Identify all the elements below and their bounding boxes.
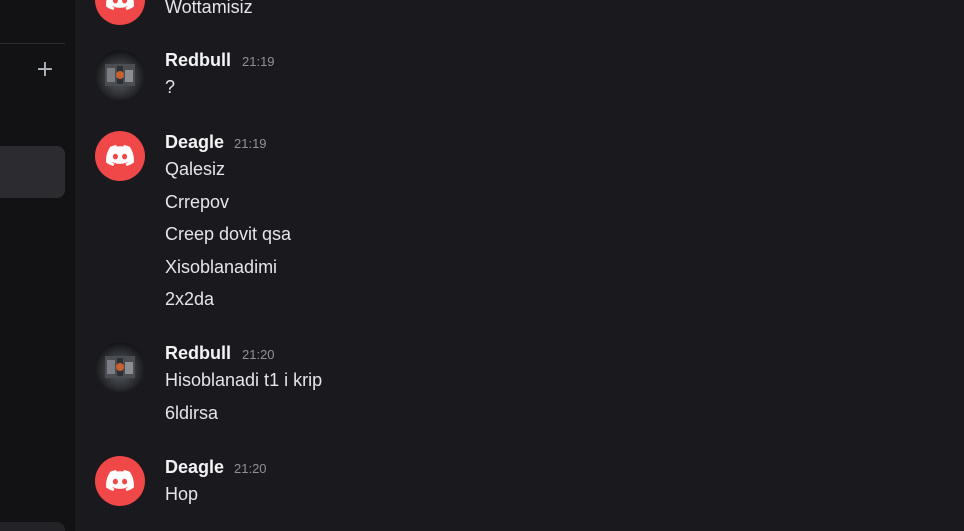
message-text: 2x2da: [165, 289, 215, 309]
message-text: 6ldirsa: [165, 403, 219, 423]
discord-icon[interactable]: [95, 456, 145, 506]
discord-icon[interactable]: [95, 0, 145, 25]
username[interactable]: Redbull: [165, 343, 231, 364]
message-list: Wottamisiz Redbull 21:19 ? Deagle 21:19 …: [75, 0, 964, 531]
avatar[interactable]: [95, 342, 145, 392]
timestamp: 21:20: [242, 347, 275, 362]
sidebar-divider: [0, 43, 65, 44]
sidebar-item-selected[interactable]: [0, 146, 65, 198]
timestamp: 21:19: [242, 54, 275, 69]
timestamp: 21:19: [234, 136, 267, 151]
username[interactable]: Deagle: [165, 132, 224, 153]
channel-sidebar: +: [0, 0, 75, 531]
avatar[interactable]: [95, 50, 145, 100]
username[interactable]: Deagle: [165, 457, 224, 478]
message-text: Qalesiz: [165, 159, 226, 179]
message-text: Wottamisiz: [165, 0, 253, 17]
sidebar-bottom-panel: [0, 522, 65, 531]
message-text: Hisoblanadi t1 i krip: [165, 370, 323, 390]
discord-icon[interactable]: [95, 131, 145, 181]
timestamp: 21:20: [234, 461, 267, 476]
message-text: Hop: [165, 484, 199, 504]
message-text: Creep dovit qsa: [165, 224, 292, 244]
plus-icon[interactable]: +: [34, 59, 56, 81]
message-text: Crrepov: [165, 192, 230, 212]
message-text: ?: [165, 77, 176, 97]
username[interactable]: Redbull: [165, 50, 231, 71]
app-window: + Wottamisiz Redbull 21:19 ? Deagle 21:1…: [0, 0, 964, 531]
message-text: Xisoblanadimi: [165, 257, 278, 277]
